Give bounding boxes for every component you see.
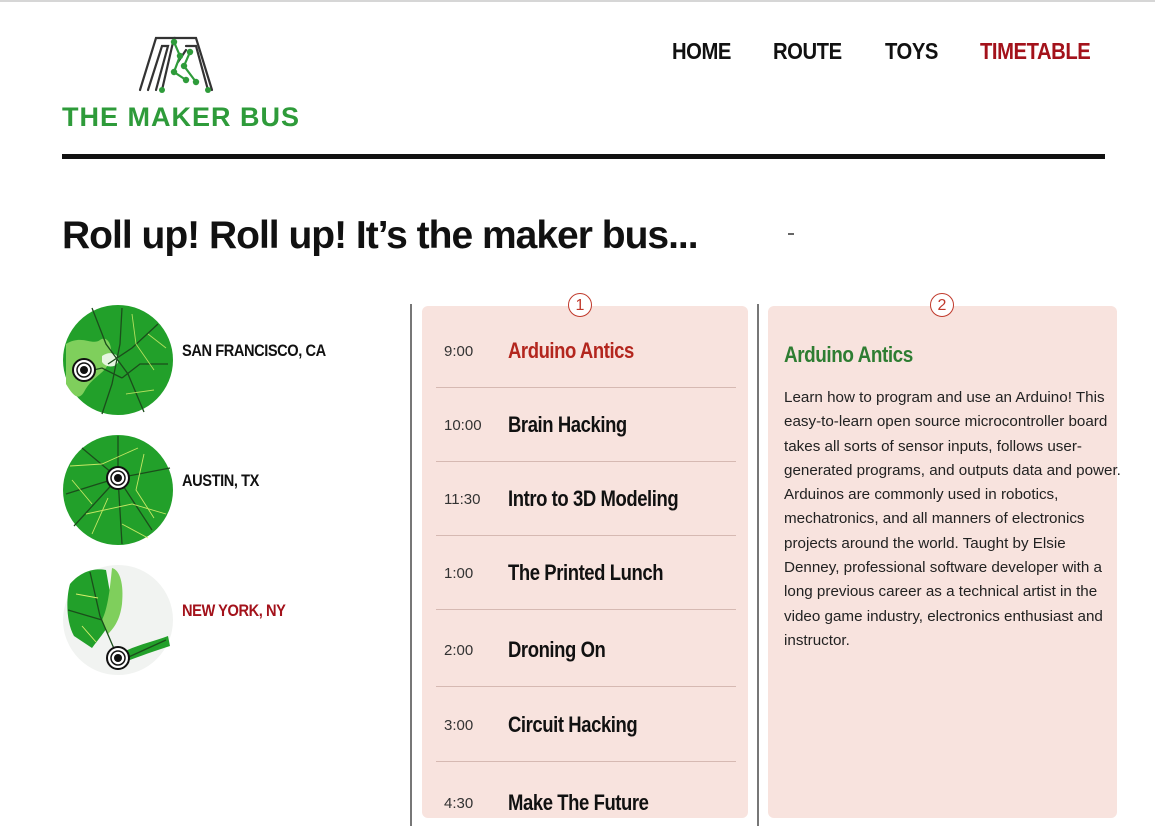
city-label-san-francisco: SAN FRANCISCO, CA bbox=[182, 341, 326, 360]
callout-marker-1: 1 bbox=[568, 293, 592, 317]
schedule-title: Make The Future bbox=[508, 790, 649, 815]
schedule-divider-right bbox=[757, 304, 759, 826]
map-new-york-icon bbox=[63, 565, 173, 675]
maker-bus-logo-icon bbox=[138, 36, 214, 93]
callout-marker-2: 2 bbox=[930, 293, 954, 317]
nav-timetable[interactable]: TIMETABLE bbox=[980, 38, 1091, 65]
city-san-francisco[interactable]: SAN FRANCISCO, CA bbox=[62, 304, 349, 416]
session-detail-panel: Arduino Antics Learn how to program and … bbox=[768, 306, 1121, 818]
page: THE MAKER BUS HOME ROUTE TOYS TIMETABLE … bbox=[0, 0, 1155, 826]
map-austin-icon bbox=[63, 435, 173, 545]
schedule-title: Brain Hacking bbox=[508, 412, 627, 437]
nav-home[interactable]: HOME bbox=[672, 38, 731, 65]
schedule-row[interactable]: 11:30 Intro to 3D Modeling bbox=[422, 462, 748, 536]
schedule-title: Arduino Antics bbox=[508, 338, 634, 363]
schedule-time: 9:00 bbox=[444, 342, 474, 360]
schedule-row[interactable]: 1:00 The Printed Lunch bbox=[422, 536, 748, 610]
divider-speck bbox=[788, 233, 794, 235]
header-divider bbox=[62, 154, 1105, 159]
brand-name: THE MAKER BUS bbox=[62, 102, 301, 132]
page-headline: Roll up! Roll up! It’s the maker bus... bbox=[62, 214, 699, 258]
session-detail-title: Arduino Antics bbox=[784, 342, 913, 367]
schedule-title: Intro to 3D Modeling bbox=[508, 486, 679, 511]
schedule-title: The Printed Lunch bbox=[508, 560, 664, 585]
schedule-panel: 9:00 Arduino Antics 10:00 Brain Hacking … bbox=[422, 306, 748, 818]
schedule-time: 10:00 bbox=[444, 416, 482, 434]
map-san-francisco-icon bbox=[63, 305, 173, 415]
nav-toys[interactable]: TOYS bbox=[885, 38, 938, 65]
main-nav: HOME ROUTE TOYS TIMETABLE bbox=[672, 38, 1105, 65]
schedule-time: 11:30 bbox=[444, 490, 481, 508]
city-new-york[interactable]: NEW YORK, NY bbox=[62, 564, 302, 676]
schedule-row[interactable]: 10:00 Brain Hacking bbox=[422, 388, 748, 462]
session-detail-description: Learn how to program and use an Arduino!… bbox=[784, 389, 1121, 649]
schedule-time: 4:30 bbox=[444, 794, 474, 812]
city-label-new-york: NEW YORK, NY bbox=[182, 601, 286, 620]
schedule-row[interactable]: 3:00 Circuit Hacking bbox=[422, 688, 748, 762]
schedule-time: 2:00 bbox=[444, 641, 474, 659]
schedule-row[interactable]: 4:30 Make The Future bbox=[422, 766, 748, 840]
nav-route[interactable]: ROUTE bbox=[773, 38, 842, 65]
city-label-austin: AUSTIN, TX bbox=[182, 471, 259, 490]
schedule-row[interactable]: 2:00 Droning On bbox=[422, 613, 748, 687]
schedule-title: Droning On bbox=[508, 637, 606, 662]
schedule-divider-left bbox=[410, 304, 412, 826]
schedule-title: Circuit Hacking bbox=[508, 712, 638, 737]
city-austin[interactable]: AUSTIN, TX bbox=[62, 434, 271, 546]
schedule-row[interactable]: 9:00 Arduino Antics bbox=[422, 314, 748, 388]
logo[interactable]: THE MAKER BUS bbox=[62, 26, 322, 136]
schedule-time: 1:00 bbox=[444, 564, 474, 582]
schedule-time: 3:00 bbox=[444, 716, 474, 734]
